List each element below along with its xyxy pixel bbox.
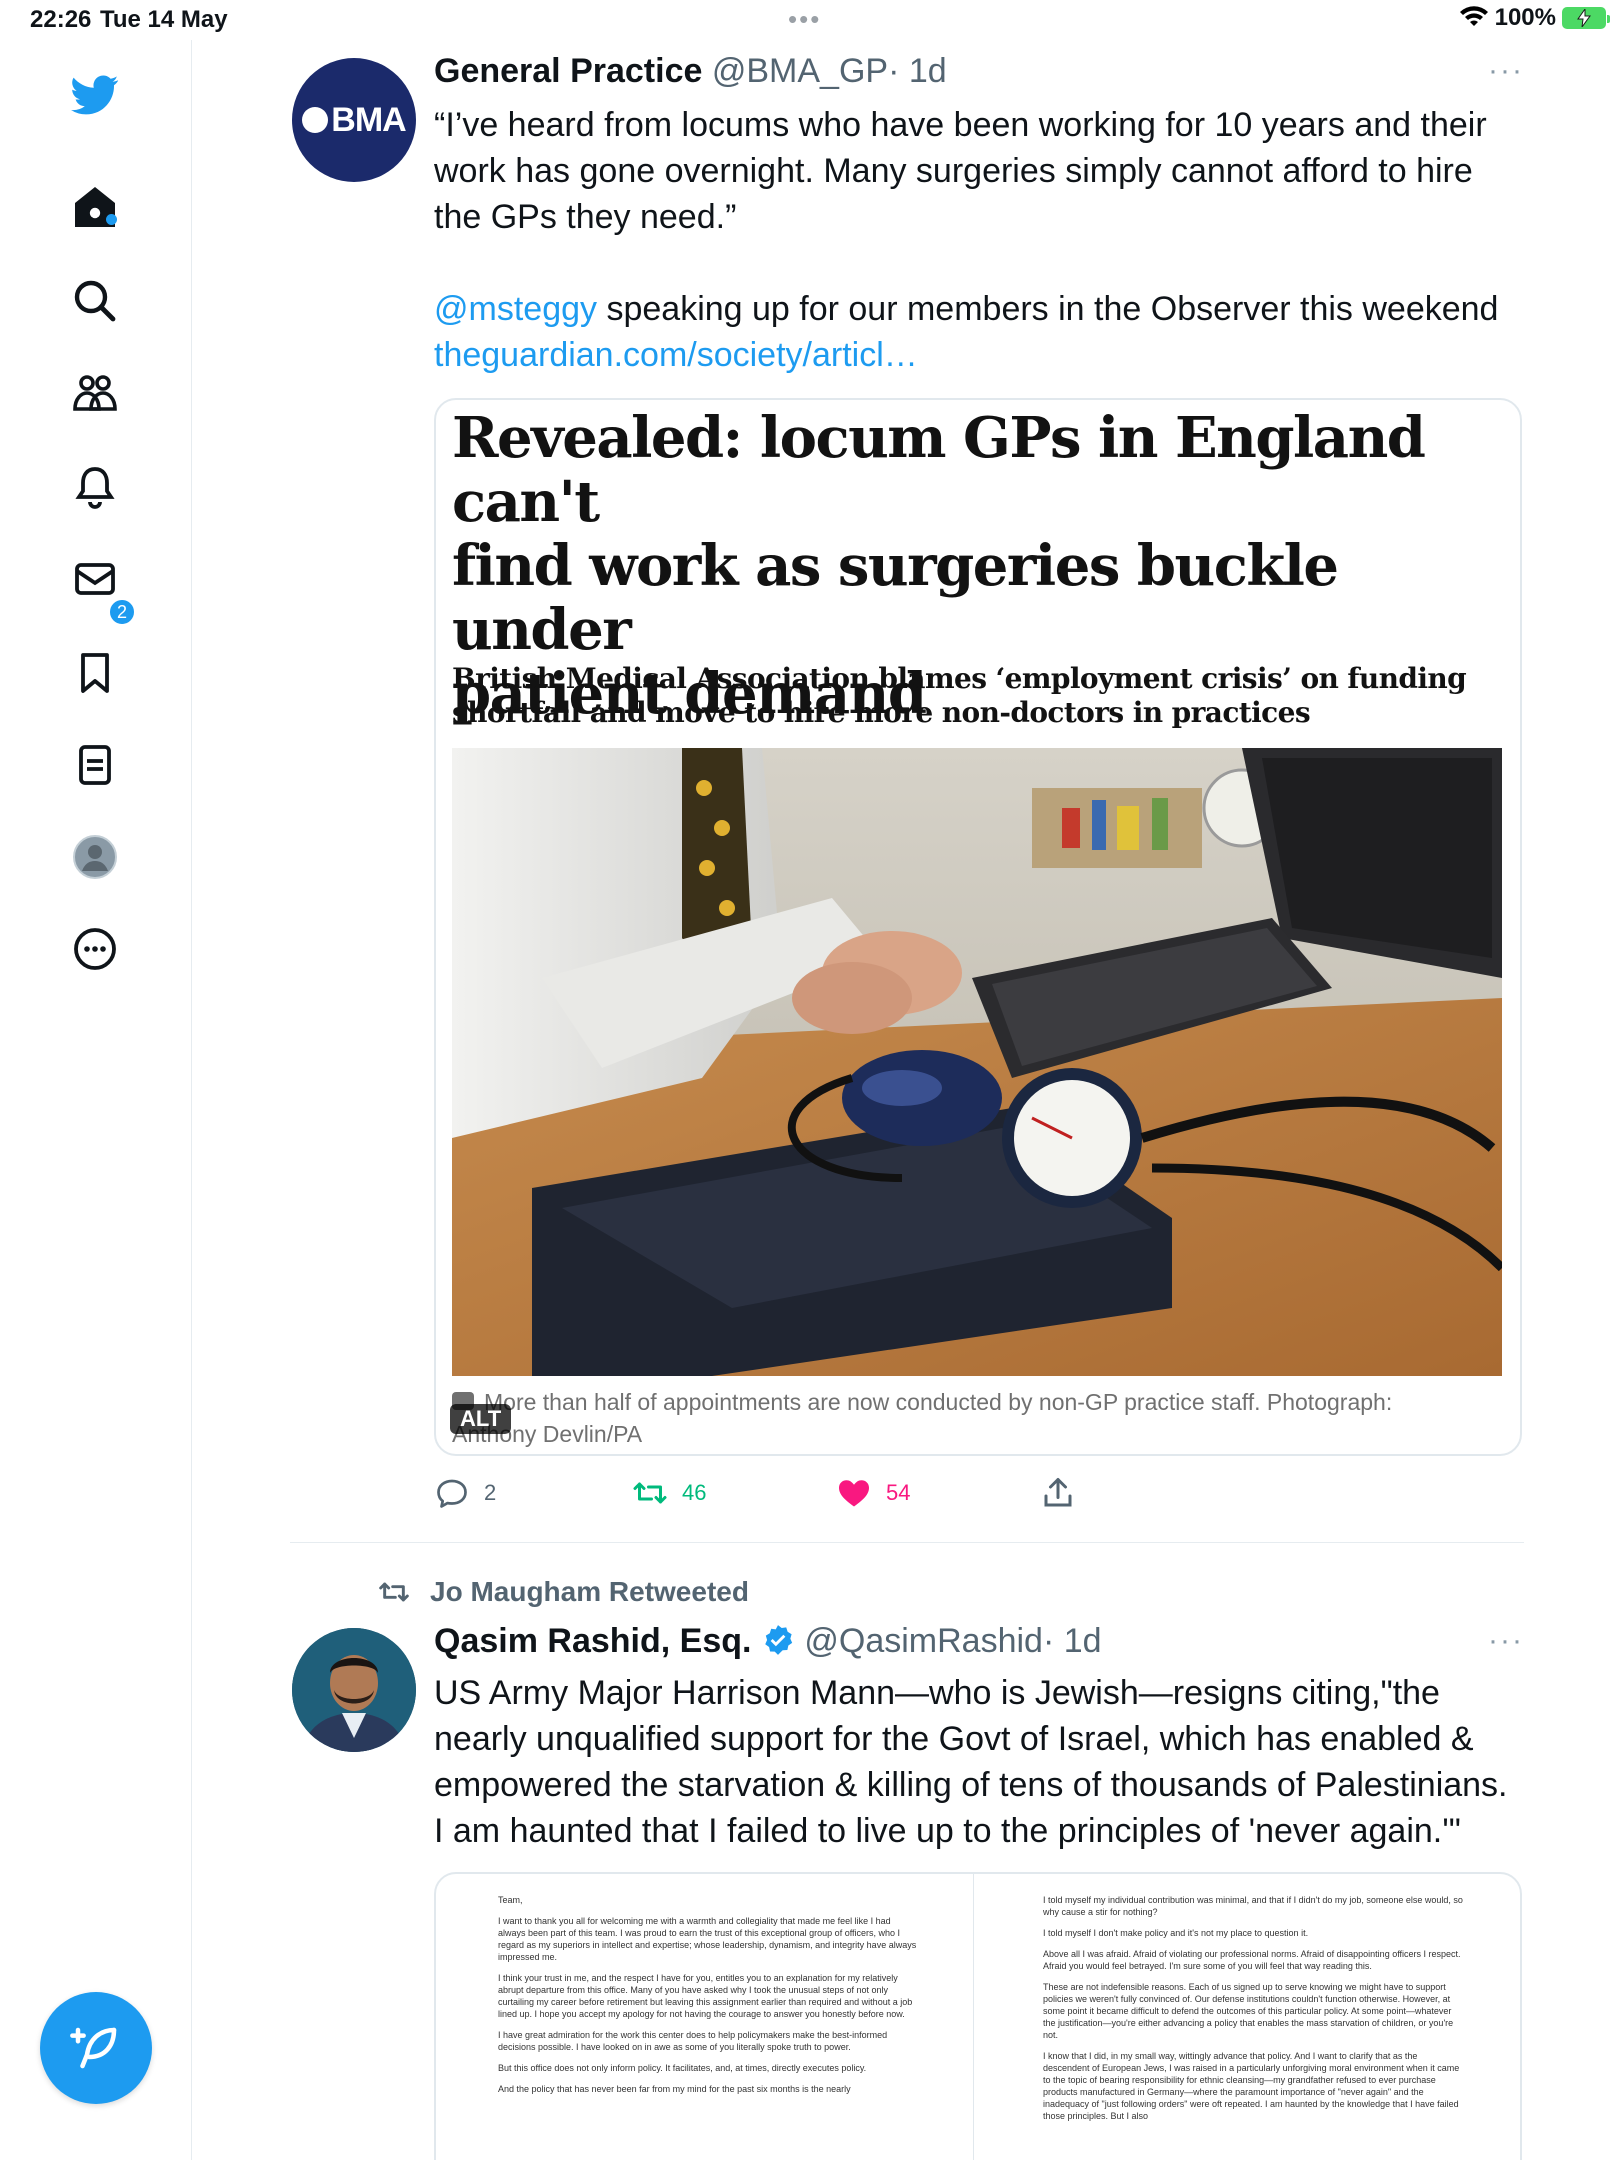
author-handle[interactable]: @QasimRashid: [804, 1622, 1043, 1660]
profile-avatar-icon[interactable]: [66, 828, 124, 886]
tweet-more-button[interactable]: ···: [1488, 54, 1524, 88]
caption-line: Anthony Devlin/PA: [452, 1421, 643, 1447]
tweet-header: General Practice @BMA_GP· 1d: [434, 52, 947, 91]
letter-paragraph: Above all I was afraid. Afraid of violat…: [1043, 1949, 1461, 1971]
article-url-link[interactable]: theguardian.com/society/articl…: [434, 336, 918, 374]
communities-icon[interactable]: [66, 364, 124, 422]
retweet-small-icon: [379, 1582, 409, 1602]
lists-icon[interactable]: [66, 736, 124, 794]
tweet-text-line: work has gone overnight. Many surgeries …: [434, 152, 1473, 190]
multitasking-dots-icon[interactable]: •••: [788, 4, 821, 35]
letter-page-left[interactable]: Team, I want to thank you all for welcomi…: [436, 1874, 974, 2160]
tweet-text-line: I am haunted that I failed to live up to…: [434, 1812, 1461, 1850]
wifi-icon: [1459, 6, 1488, 26]
status-date: Tue 14 May: [100, 6, 228, 33]
sidebar: 2: [0, 40, 192, 2160]
reply-button[interactable]: 2: [434, 1475, 496, 1511]
status-time: 22:26: [30, 6, 92, 33]
tweet-text-line: speaking up for our members in the Obser…: [597, 290, 1499, 328]
messages-envelope-icon[interactable]: [66, 550, 124, 608]
bma-crest-icon: [302, 107, 329, 133]
qasim-avatar[interactable]: [292, 1628, 416, 1752]
letter-paragraph: I know that I did, in my small way, witt…: [1043, 2051, 1460, 2121]
bma-avatar-label: BMA: [331, 100, 406, 139]
retweeted-by-line[interactable]: Jo Maugham Retweeted: [374, 1576, 749, 1608]
caption-line: More than half of appointments are now c…: [484, 1389, 1393, 1415]
tweet-text: US Army Major Harrison Mann—who is Jewis…: [434, 1670, 1508, 1854]
letter-paragraph: And the policy that has never been far f…: [498, 2084, 851, 2094]
bookmark-icon[interactable]: [66, 644, 124, 702]
author-name[interactable]: Qasim Rashid, Esq.: [434, 1622, 751, 1660]
tweet-header: Qasim Rashid, Esq. @QasimRashid· 1d: [434, 1622, 1102, 1661]
tweet-text-line: nearly unqualified support for the Govt …: [434, 1720, 1474, 1758]
tweet-more-button[interactable]: ···: [1488, 1624, 1524, 1658]
letter-left-text: Team, I want to thank you all for welcomi…: [498, 1894, 918, 2104]
twitter-bird-icon[interactable]: [66, 66, 124, 124]
photo-caption: More than half of appointments are now c…: [452, 1386, 1512, 1450]
letter-paragraph: These are not indefensible reasons. Each…: [1043, 1982, 1454, 2040]
headline-line: Revealed: locum GPs in England can't: [452, 405, 1426, 535]
letter-paragraph: I want to thank you all for welcoming me…: [498, 1916, 917, 1962]
share-button[interactable]: [1040, 1475, 1076, 1511]
author-handle[interactable]: @BMA_GP: [712, 52, 888, 90]
like-count: 54: [886, 1480, 911, 1505]
article-subhead: British Medical Association blames ‘empl…: [452, 662, 1512, 730]
bma-avatar[interactable]: BMA: [292, 58, 416, 182]
tweet-text-line: the GPs they need.”: [434, 198, 737, 236]
letter-page-right[interactable]: I told myself my individual contribution…: [975, 1874, 1520, 2160]
notifications-bell-icon[interactable]: [66, 458, 124, 516]
battery-percent: 100%: [1494, 4, 1556, 31]
article-photo[interactable]: [452, 748, 1502, 1376]
retweet-button[interactable]: 46: [632, 1475, 706, 1511]
status-right: 100%: [1459, 4, 1610, 32]
compose-feather-icon: [70, 2027, 117, 2069]
retweeted-by-text: Jo Maugham Retweeted: [430, 1576, 749, 1607]
search-icon[interactable]: [66, 272, 124, 330]
letter-paragraph: But this office does not only inform pol…: [498, 2063, 867, 2073]
letter-paragraph: Team,: [498, 1895, 523, 1905]
headline-line: find work as surgeries buckle under: [452, 533, 1339, 663]
letter-right-text: I told myself my individual contribution…: [1043, 1894, 1463, 2131]
compose-tweet-button[interactable]: [40, 1992, 152, 2104]
tweet-text: “I’ve heard from locums who have been wo…: [434, 102, 1498, 378]
mention-link[interactable]: @msteggy: [434, 290, 597, 328]
reply-count: 2: [484, 1480, 497, 1505]
home-unread-dot: [106, 214, 117, 225]
letter-image-card[interactable]: Team, I want to thank you all for welcomi…: [434, 1872, 1522, 2160]
alt-text-badge[interactable]: ALT: [450, 1404, 512, 1434]
verified-badge-icon: [765, 1625, 793, 1655]
heart-icon: [839, 1480, 869, 1507]
retweet-count: 46: [682, 1480, 707, 1505]
tweet-time[interactable]: · 1d: [1043, 1622, 1102, 1660]
article-card[interactable]: Revealed: locum GPs in England can't fin…: [434, 398, 1522, 1456]
like-button[interactable]: 54: [836, 1475, 910, 1511]
status-bar: 22:26 Tue 14 May ••• 100%: [0, 0, 1620, 40]
home-icon[interactable]: [66, 178, 124, 236]
letter-paragraph: I have great admiration for the work thi…: [498, 2030, 888, 2052]
retweet-icon: [633, 1482, 667, 1504]
letter-paragraph: I think your trust in me, and the respec…: [498, 1973, 913, 2019]
tweet-text-line: “I’ve heard from locums who have been wo…: [434, 106, 1487, 144]
tweet-divider: [290, 1542, 1524, 1543]
more-options-icon[interactable]: [66, 920, 124, 978]
tweet-text-line: empowered the starvation & killing of te…: [434, 1766, 1508, 1804]
letter-paragraph: I told myself my individual contribution…: [1043, 1895, 1463, 1917]
tweet-time[interactable]: · 1d: [888, 52, 947, 90]
tweet-text-line: US Army Major Harrison Mann—who is Jewis…: [434, 1674, 1440, 1712]
subhead-line: British Medical Association blames ‘empl…: [452, 662, 1467, 695]
battery-icon: [1562, 7, 1610, 29]
letter-paragraph: I told myself I don't make policy and it…: [1043, 1928, 1309, 1938]
reply-icon: [437, 1479, 467, 1508]
subhead-line: shortfall and move to hire more non-doct…: [452, 696, 1311, 729]
share-icon: [1044, 1478, 1072, 1507]
author-name[interactable]: General Practice: [434, 52, 702, 90]
